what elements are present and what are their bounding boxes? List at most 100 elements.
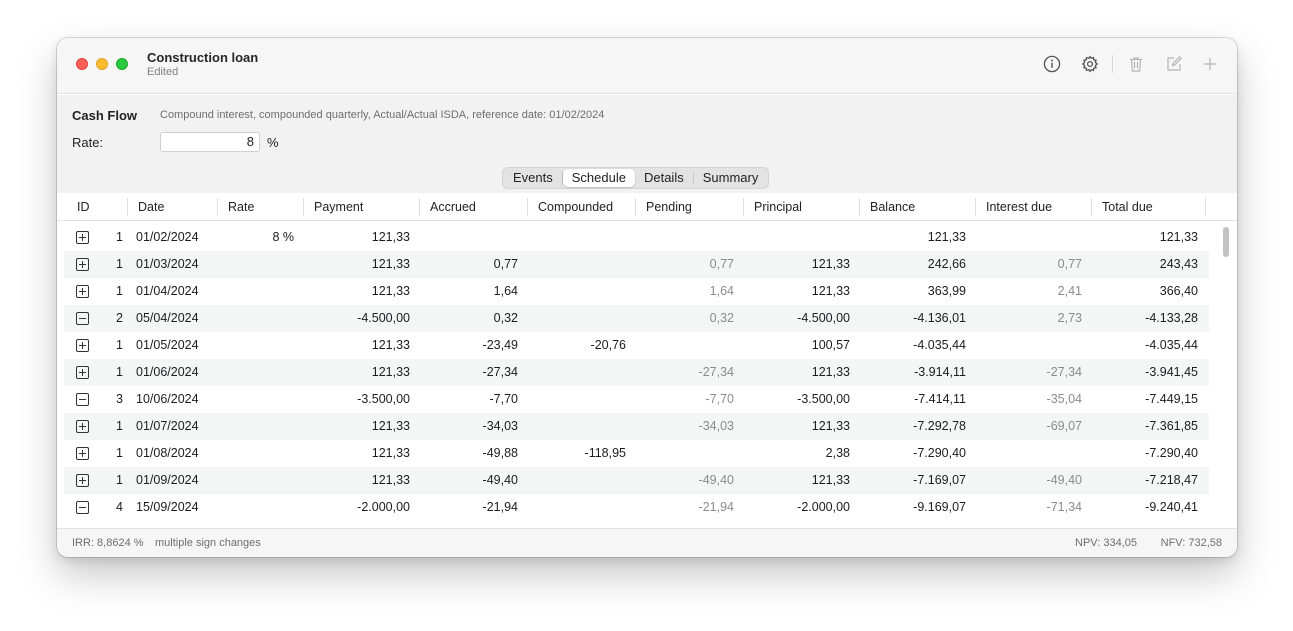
column-separator: [743, 198, 744, 216]
plus-square-icon[interactable]: [76, 420, 89, 433]
plus-square-icon[interactable]: [76, 339, 89, 352]
column-header-rate[interactable]: Rate: [228, 200, 254, 214]
column-header-payment[interactable]: Payment: [314, 200, 363, 214]
cell-date: 01/07/2024: [136, 419, 199, 433]
plus-square-icon[interactable]: [76, 474, 89, 487]
table-row[interactable]: 1 01/04/2024 121,33 1,64 1,64 121,33 363,99 2,4…: [64, 278, 1209, 305]
cell-principal: -2.000,00: [797, 500, 850, 514]
cell-payment: 121,33: [371, 257, 410, 271]
cell-id: 3: [116, 392, 123, 406]
cell-total-due: 366,40: [1159, 284, 1198, 298]
plus-square-icon[interactable]: [76, 447, 89, 460]
cell-pending: 0,32: [709, 311, 734, 325]
table-row[interactable]: 1 01/08/2024 121,33 -49,88 -118,95 2,38 -7.290…: [64, 440, 1209, 467]
cell-principal: 121,33: [811, 365, 850, 379]
cell-interest-due: -35,04: [1046, 392, 1082, 406]
tab-schedule[interactable]: Schedule: [562, 169, 635, 187]
cell-principal: 121,33: [811, 257, 850, 271]
minus-square-icon[interactable]: [76, 312, 89, 325]
cell-date: 01/03/2024: [136, 257, 199, 271]
rate-label: Rate:: [72, 135, 104, 150]
rate-input[interactable]: 8: [160, 132, 260, 152]
close-window-button[interactable]: [76, 58, 88, 70]
cell-date: 01/05/2024: [136, 338, 199, 352]
plus-square-icon[interactable]: [76, 285, 89, 298]
cell-principal: -4.500,00: [797, 311, 850, 325]
plus-icon[interactable]: [1199, 53, 1221, 75]
column-separator: [1091, 198, 1092, 216]
table-row[interactable]: 1 01/09/2024 121,33 -49,40 -49,40 121,33 -7.16…: [64, 467, 1209, 494]
minus-square-icon[interactable]: [76, 393, 89, 406]
column-header-accrued[interactable]: Accrued: [430, 200, 476, 214]
cell-payment: 121,33: [371, 338, 410, 352]
column-header-id[interactable]: ID: [77, 200, 90, 214]
cell-id: 1: [116, 230, 123, 244]
table-row[interactable]: 2 05/04/2024 -4.500,00 0,32 0,32 -4.500,00 -4.…: [64, 305, 1209, 332]
cell-payment: 121,33: [371, 230, 410, 244]
cell-total-due: 121,33: [1159, 230, 1198, 244]
cell-accrued: -27,34: [482, 365, 518, 379]
cell-principal: 2,38: [825, 446, 850, 460]
column-header-compounded[interactable]: Compounded: [538, 200, 613, 214]
column-separator: [303, 198, 304, 216]
trash-icon[interactable]: [1125, 53, 1147, 75]
vertical-scrollbar[interactable]: [1222, 225, 1230, 525]
table-row[interactable]: 1 01/06/2024 121,33 -27,34 -27,34 121,33 -3.91…: [64, 359, 1209, 386]
table-row[interactable]: 4 15/09/2024 -2.000,00 -21,94 -21,94 -2.000,0…: [64, 494, 1209, 521]
cell-interest-due: -71,34: [1046, 500, 1082, 514]
cell-interest-due: 2,73: [1057, 311, 1082, 325]
minus-square-icon[interactable]: [76, 501, 89, 514]
cell-id: 2: [116, 311, 123, 325]
column-header-date[interactable]: Date: [138, 200, 164, 214]
column-header-balance[interactable]: Balance: [870, 200, 915, 214]
table-row[interactable]: 1 01/07/2024 121,33 -34,03 -34,03 121,33 -7.29…: [64, 413, 1209, 440]
tab-summary[interactable]: Summary: [694, 169, 768, 187]
cell-date: 10/06/2024: [136, 392, 199, 406]
scrollbar-thumb[interactable]: [1223, 227, 1229, 257]
cash-flow-label: Cash Flow: [72, 108, 138, 123]
column-header-interest-due[interactable]: Interest due: [986, 200, 1052, 214]
plus-square-icon[interactable]: [76, 231, 89, 244]
toolbar-separator: [1112, 55, 1113, 73]
tab-events[interactable]: Events: [504, 169, 562, 187]
compose-icon[interactable]: [1163, 53, 1185, 75]
tab-details[interactable]: Details: [635, 169, 693, 187]
window-title: Construction loan: [147, 50, 259, 65]
cell-compounded: -20,76: [590, 338, 626, 352]
column-header-total-due[interactable]: Total due: [1102, 200, 1153, 214]
plus-square-icon[interactable]: [76, 258, 89, 271]
view-tabs: Events Schedule Details Summary: [502, 167, 770, 189]
rate-unit: %: [267, 135, 279, 150]
table-row[interactable]: 1 01/05/2024 121,33 -23,49 -20,76 100,57 -4.03…: [64, 332, 1209, 359]
column-header-pending[interactable]: Pending: [646, 200, 692, 214]
cell-principal: 121,33: [811, 473, 850, 487]
cell-accrued: -21,94: [482, 500, 518, 514]
cell-balance: -9.169,07: [913, 500, 966, 514]
cell-total-due: -4.035,44: [1145, 338, 1198, 352]
column-separator: [975, 198, 976, 216]
cell-balance: -4.136,01: [913, 311, 966, 325]
cell-date: 01/09/2024: [136, 473, 199, 487]
cell-total-due: -7.218,47: [1145, 473, 1198, 487]
cell-total-due: -4.133,28: [1145, 311, 1198, 325]
minimize-window-button[interactable]: [96, 58, 108, 70]
column-separator: [1205, 198, 1206, 216]
info-icon[interactable]: [1041, 53, 1063, 75]
plus-square-icon[interactable]: [76, 366, 89, 379]
app-window: Construction loan Edited Cash Flow Compo…: [57, 38, 1237, 557]
cell-interest-due: 2,41: [1057, 284, 1082, 298]
cell-principal: 121,33: [811, 284, 850, 298]
column-separator: [859, 198, 860, 216]
zoom-window-button[interactable]: [116, 58, 128, 70]
table-row[interactable]: 3 10/06/2024 -3.500,00 -7,70 -7,70 -3.500,00 -…: [64, 386, 1209, 413]
cell-accrued: -49,88: [482, 446, 518, 460]
table-row[interactable]: 1 01/03/2024 121,33 0,77 0,77 121,33 242,66 0,7…: [64, 251, 1209, 278]
cell-accrued: -34,03: [482, 419, 518, 433]
cell-id: 1: [116, 473, 123, 487]
cell-balance: -7.414,11: [914, 392, 966, 406]
table-row[interactable]: 1 01/02/2024 8 % 121,33 121,33 121,33: [64, 224, 1209, 251]
nfv-readout: NFV: 732,58: [1160, 537, 1222, 549]
column-header-principal[interactable]: Principal: [754, 200, 802, 214]
npv-readout: NPV: 334,05: [1075, 537, 1137, 549]
gear-icon[interactable]: [1079, 53, 1101, 75]
